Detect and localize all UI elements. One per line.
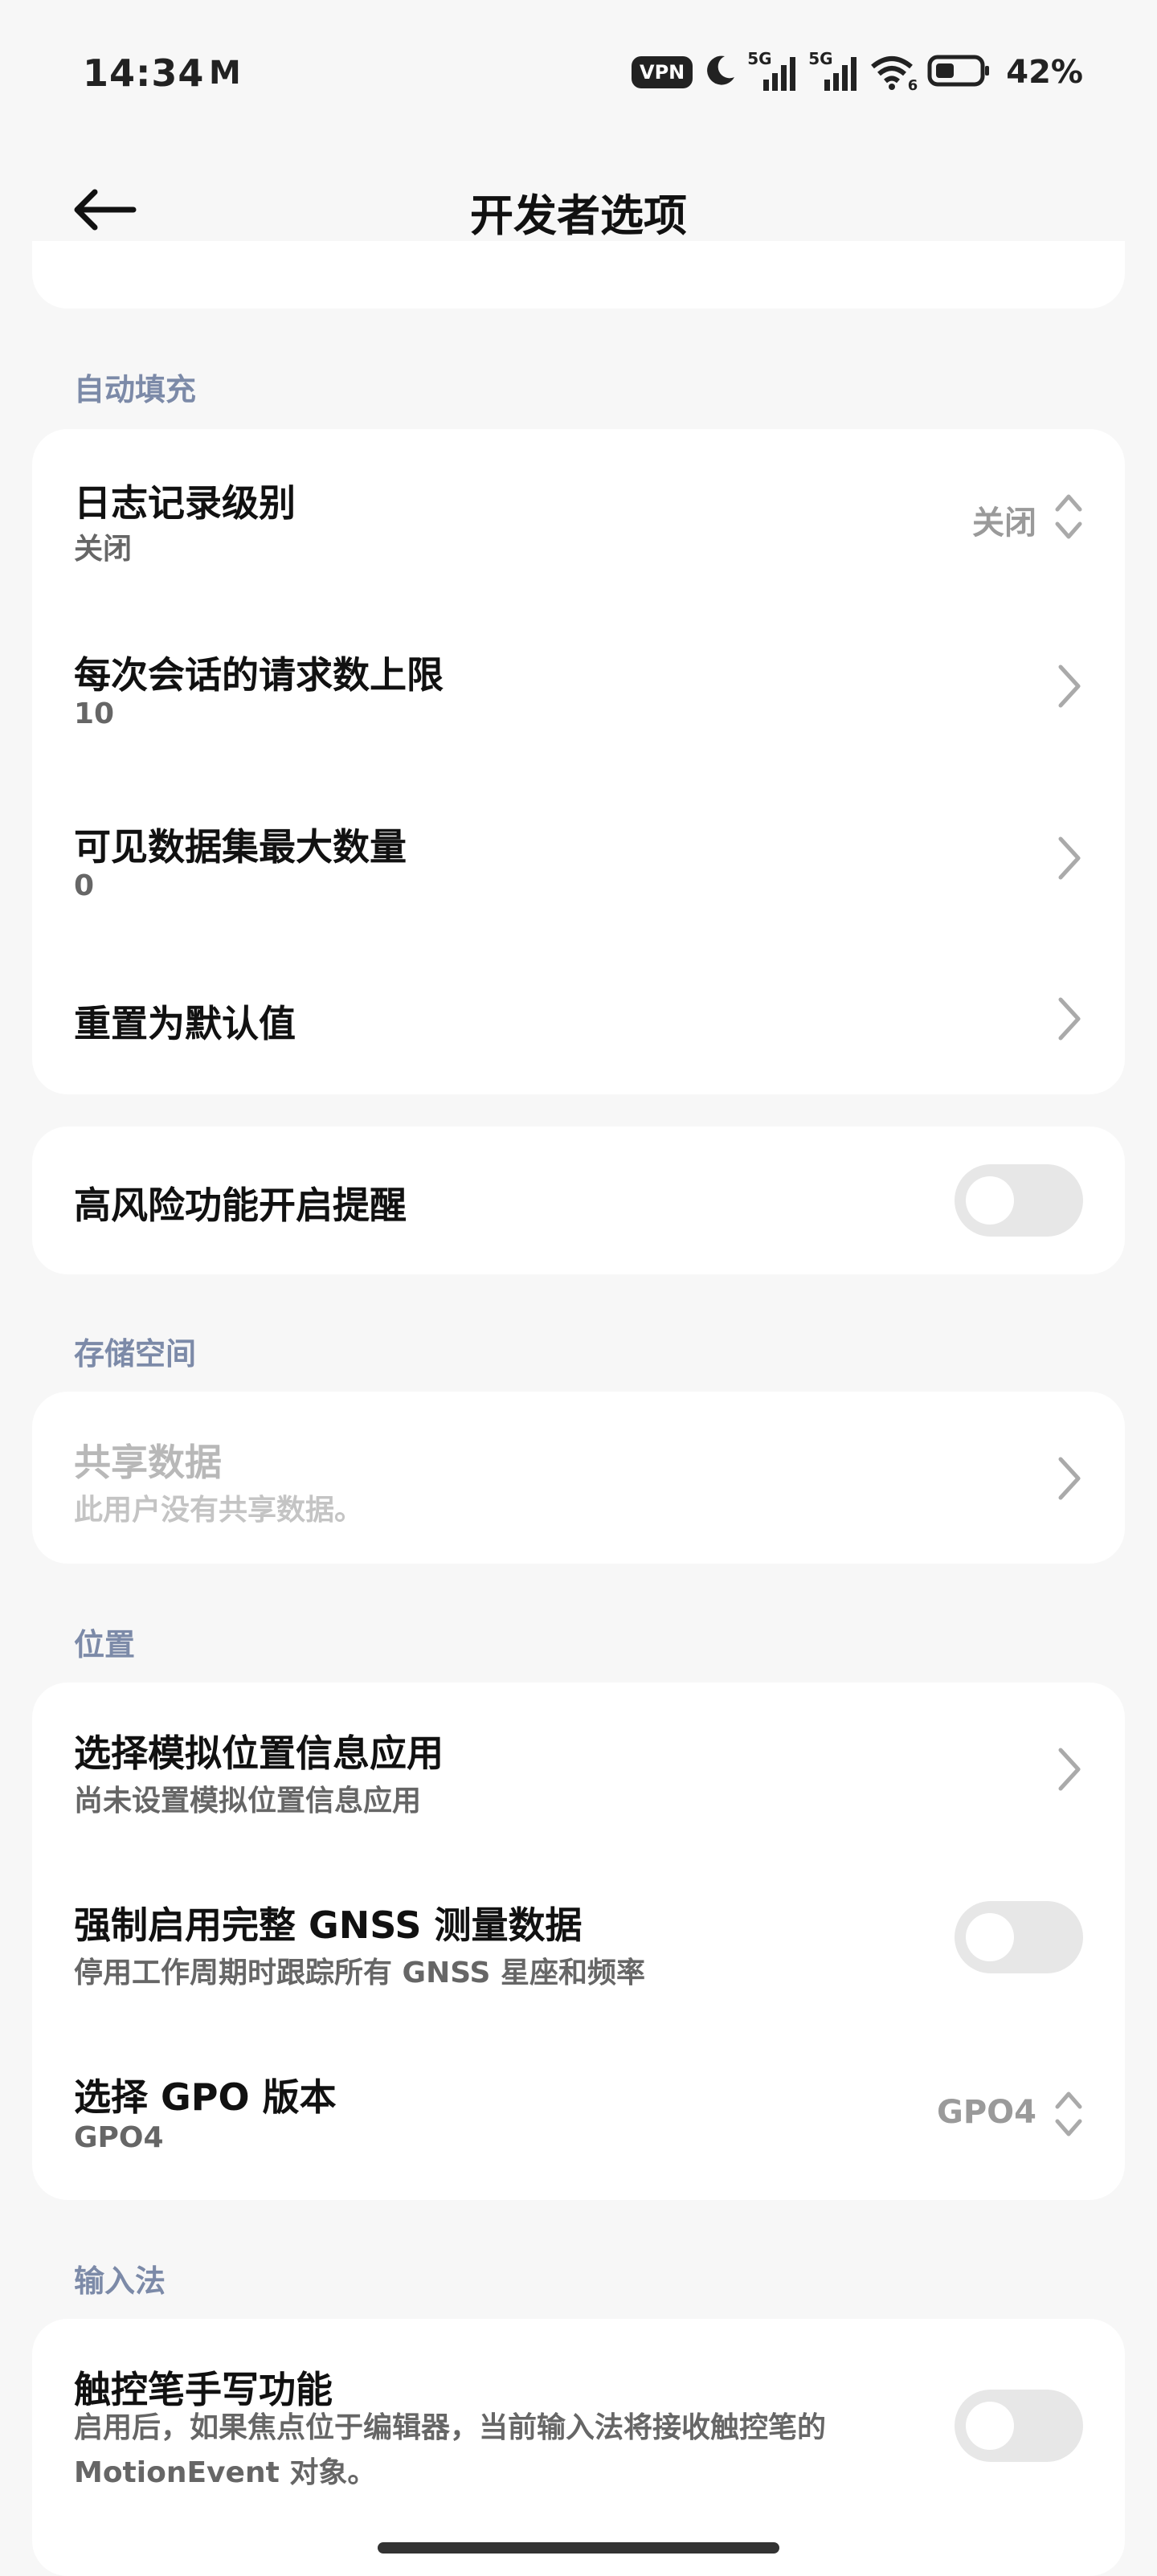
- risk-reminder-row[interactable]: 高风险功能开启提醒: [32, 1126, 1125, 1274]
- mock-location-sub: 尚未设置模拟位置信息应用: [74, 1785, 422, 1818]
- shared-data-title: 共享数据: [74, 1441, 222, 1484]
- reset-defaults-row[interactable]: 重置为默认值: [32, 945, 1125, 1094]
- chevron-right-icon: [1058, 664, 1081, 708]
- chevron-right-icon: [1058, 1457, 1081, 1500]
- gpo-version-sub: GPO4: [74, 2121, 164, 2154]
- carrier-notification-icon: M: [209, 55, 241, 92]
- gpo-version-title: 选择 GPO 版本: [74, 2075, 337, 2119]
- gnss-sub: 停用工作周期时跟踪所有 GNSS 星座和频率: [74, 1957, 645, 1989]
- page-title: 开发者选项: [470, 190, 687, 241]
- reset-defaults-title: 重置为默认值: [74, 1002, 296, 1045]
- section-header-input: 输入法: [74, 2263, 166, 2299]
- signal-5g-icon: 5G: [747, 49, 799, 92]
- gpo-version-value: GPO4: [937, 2094, 1036, 2131]
- autofill-card: 日志记录级别 关闭 关闭 每次会话的请求数上限 10 可见数据集最大数量 0 重…: [32, 429, 1125, 1094]
- mock-location-row[interactable]: 选择模拟位置信息应用 尚未设置模拟位置信息应用: [32, 1683, 1125, 1854]
- home-indicator[interactable]: [378, 2542, 779, 2554]
- section-header-location: 位置: [74, 1627, 136, 1662]
- updown-chevron-icon: [1055, 2091, 1082, 2136]
- gnss-title: 强制启用完整 GNSS 测量数据: [74, 1903, 583, 1947]
- signal-5g-icon-2: 5G: [808, 49, 860, 92]
- chevron-right-icon: [1058, 836, 1081, 880]
- shared-data-row[interactable]: 共享数据 此用户没有共享数据。: [32, 1392, 1125, 1564]
- wifi-icon: 6: [869, 52, 918, 94]
- chevron-right-icon: [1058, 997, 1081, 1041]
- log-level-value: 关闭: [972, 505, 1036, 542]
- log-level-row[interactable]: 日志记录级别 关闭 关闭: [32, 429, 1125, 598]
- status-icons: VPN 5G 5G 6 42%: [632, 49, 1083, 95]
- log-level-title: 日志记录级别: [74, 481, 296, 525]
- updown-chevron-icon: [1055, 494, 1082, 539]
- wifi-standard-label: 6: [907, 77, 918, 94]
- risk-reminder-title: 高风险功能开启提醒: [74, 1184, 407, 1227]
- battery-percent: 42%: [1006, 54, 1083, 91]
- toggle-knob: [966, 1913, 1014, 1961]
- previous-card-edge: [32, 241, 1125, 309]
- gpo-version-row[interactable]: 选择 GPO 版本 GPO4 GPO4: [32, 2026, 1125, 2200]
- max-datasets-sub: 0: [74, 869, 95, 902]
- input-card: 触控笔手写功能 启用后，如果焦点位于编辑器，当前输入法将接收触控笔的 Motio…: [32, 2319, 1125, 2576]
- max-requests-row[interactable]: 每次会话的请求数上限 10: [32, 598, 1125, 771]
- risk-reminder-toggle[interactable]: [955, 1164, 1083, 1237]
- stylus-row[interactable]: 触控笔手写功能 启用后，如果焦点位于编辑器，当前输入法将接收触控笔的 Motio…: [32, 2319, 1125, 2576]
- status-time: 14:34: [83, 51, 205, 95]
- section-header-autofill: 自动填充: [74, 372, 197, 407]
- chevron-right-icon: [1058, 1748, 1081, 1791]
- log-level-sub: 关闭: [74, 533, 133, 566]
- storage-card: 共享数据 此用户没有共享数据。: [32, 1392, 1125, 1564]
- max-datasets-title: 可见数据集最大数量: [74, 825, 407, 869]
- max-datasets-row[interactable]: 可见数据集最大数量 0: [32, 771, 1125, 945]
- stylus-toggle[interactable]: [955, 2390, 1083, 2462]
- section-header-storage: 存储空间: [74, 1336, 197, 1372]
- status-bar: 14:34 M VPN 5G 5G 6 42%: [0, 0, 1157, 145]
- gnss-toggle[interactable]: [955, 1901, 1083, 1973]
- mock-location-title: 选择模拟位置信息应用: [74, 1732, 444, 1775]
- vpn-badge: VPN: [632, 56, 693, 88]
- toggle-knob: [966, 1176, 1014, 1225]
- risk-card: 高风险功能开启提醒: [32, 1126, 1125, 1274]
- gnss-row[interactable]: 强制启用完整 GNSS 测量数据 停用工作周期时跟踪所有 GNSS 星座和频率: [32, 1854, 1125, 2026]
- stylus-sub: 启用后，如果焦点位于编辑器，当前输入法将接收触控笔的 MotionEvent 对…: [74, 2411, 827, 2489]
- battery-icon: [927, 53, 991, 92]
- shared-data-sub: 此用户没有共享数据。: [74, 1494, 364, 1527]
- max-requests-title: 每次会话的请求数上限: [74, 653, 444, 697]
- location-card: 选择模拟位置信息应用 尚未设置模拟位置信息应用 强制启用完整 GNSS 测量数据…: [32, 1683, 1125, 2200]
- max-requests-sub: 10: [74, 697, 115, 730]
- toggle-knob: [966, 2402, 1014, 2450]
- moon-icon: [702, 53, 738, 92]
